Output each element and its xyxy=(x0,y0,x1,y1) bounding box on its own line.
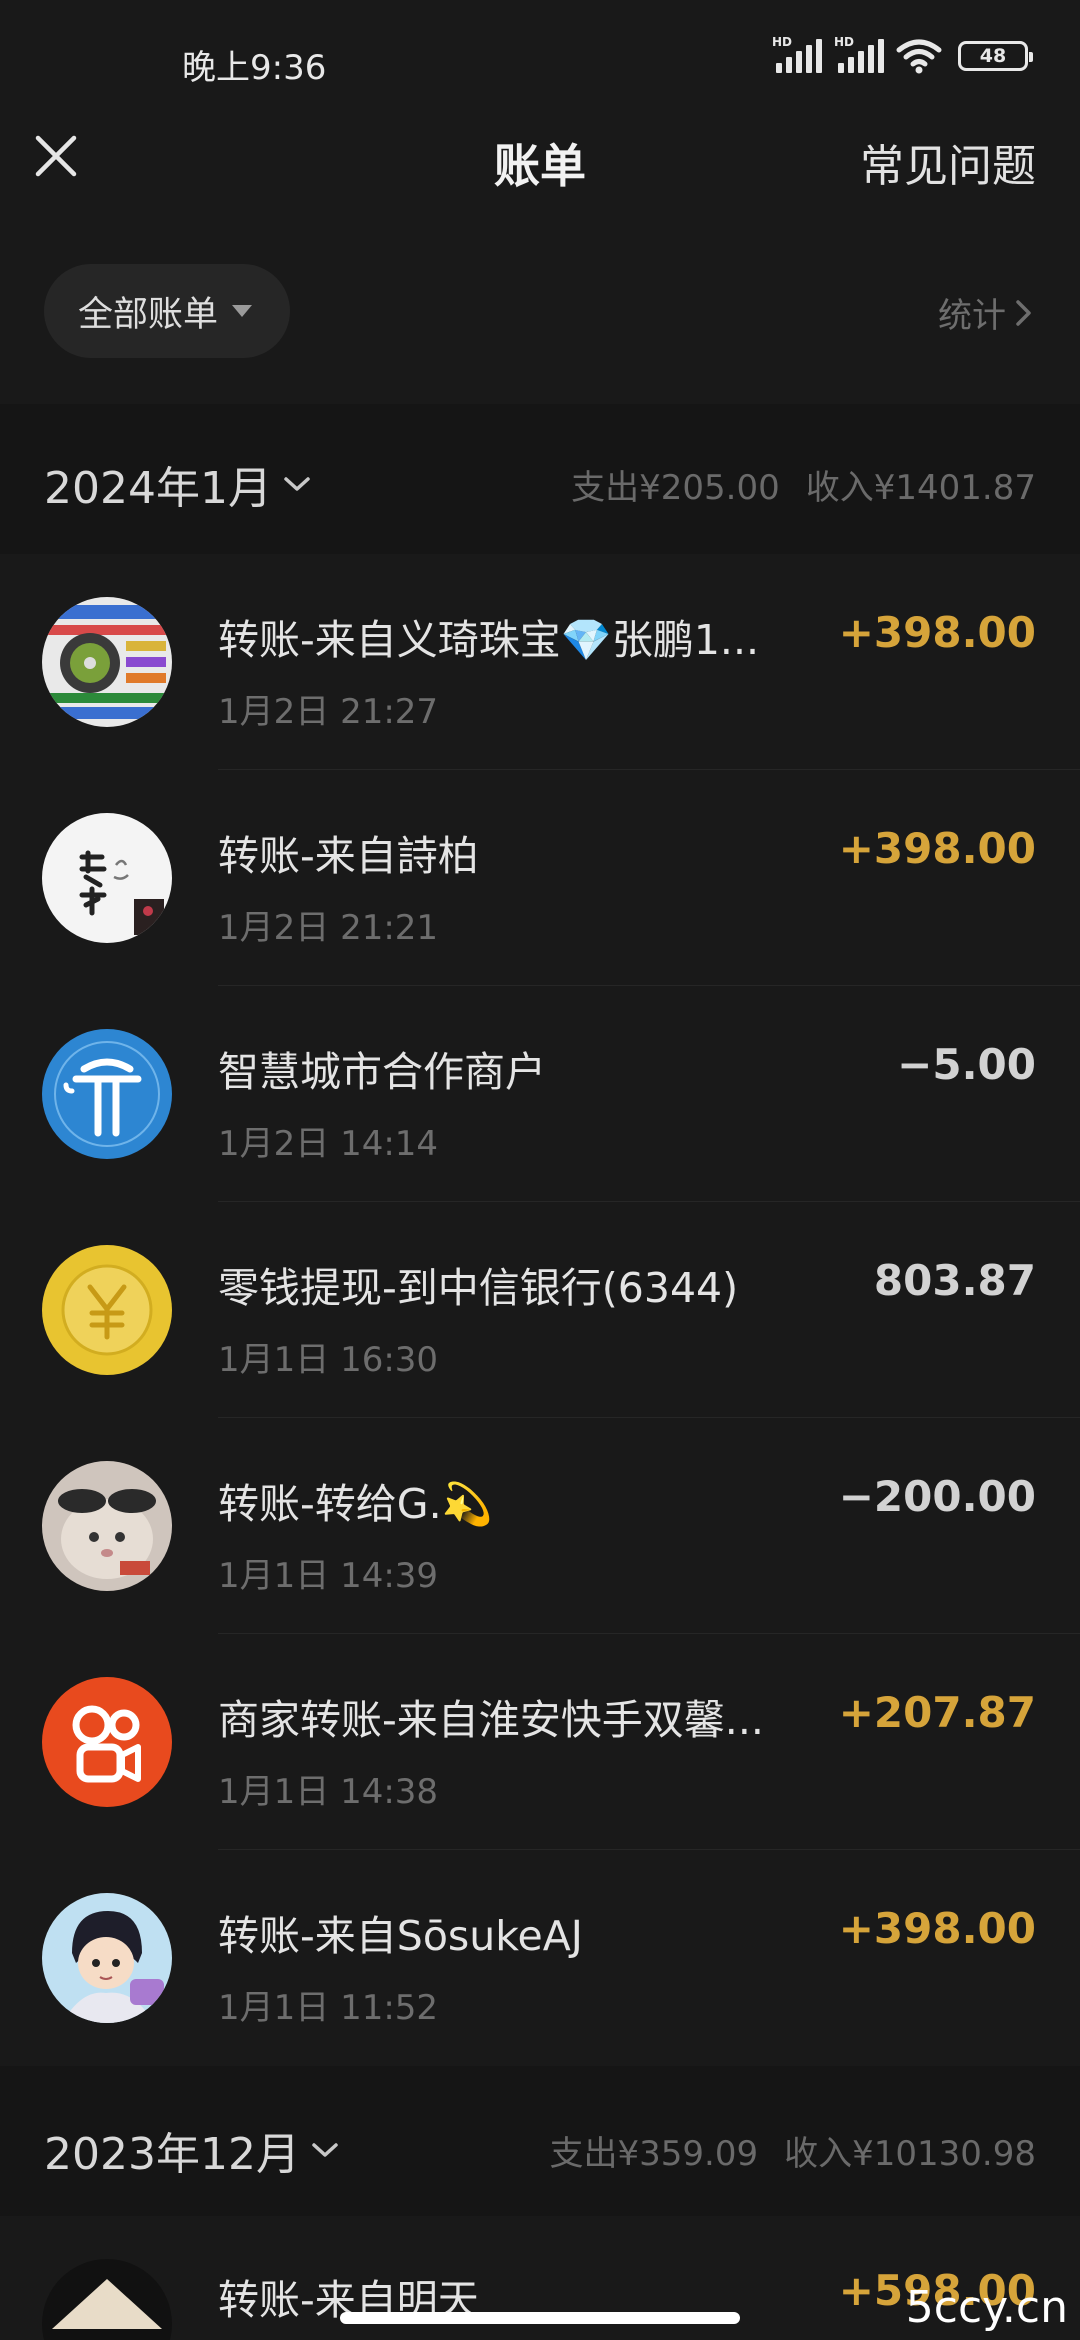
transaction-row[interactable]: 商家转账-来自淮安快手双馨... 1月1日 14:38 +207.87 xyxy=(0,1634,1080,1850)
status-bar: 晚上9:36 HD HD 48 xyxy=(0,0,1080,120)
jewelry-photo-avatar xyxy=(42,597,172,727)
transaction-amount: 803.87 xyxy=(873,1256,1036,1305)
calligraphy-avatar xyxy=(42,813,172,943)
month-header: 2023年12月 支出¥359.09 收入¥10130.98 xyxy=(0,2066,1080,2216)
month-summary: 支出¥205.00 收入¥1401.87 xyxy=(571,460,1036,509)
anime-girl-avatar xyxy=(42,1893,172,2023)
month-header: 2024年1月 支出¥205.00 收入¥1401.87 xyxy=(0,404,1080,554)
watermark: 5ccy.cn xyxy=(905,2282,1068,2333)
transaction-amount: +207.87 xyxy=(838,1688,1036,1737)
chevron-down-icon xyxy=(284,477,310,491)
bill-filter-label: 全部账单 xyxy=(78,294,219,335)
transaction-time: 1月2日 21:27 xyxy=(218,692,439,732)
transaction-title: 商家转账-来自淮安快手双馨... xyxy=(218,1696,764,1744)
transaction-amount: −5.00 xyxy=(897,1040,1036,1089)
sim1-hd-label: HD xyxy=(772,35,793,49)
transaction-time: 1月2日 14:14 xyxy=(218,1124,439,1164)
month-selector[interactable]: 2024年1月 xyxy=(44,452,312,516)
transaction-row[interactable]: 转账-转给G.💫 1月1日 14:39 −200.00 xyxy=(0,1418,1080,1634)
transaction-time: 1月2日 21:21 xyxy=(218,908,439,948)
yuan-coin-avatar xyxy=(42,1245,172,1375)
chevron-right-icon xyxy=(1016,299,1031,326)
transaction-row[interactable]: 转账-来自SōsukeAJ 1月1日 11:52 +398.00 xyxy=(0,1850,1080,2066)
transaction-time: 1月1日 14:38 xyxy=(218,1772,439,1812)
transaction-row[interactable]: 零钱提现-到中信银行(6344) 1月1日 16:30 803.87 xyxy=(0,1202,1080,1418)
transaction-time: 1月1日 14:39 xyxy=(218,1556,439,1596)
transaction-time: 1月1日 16:30 xyxy=(218,1340,439,1380)
status-time: 晚上9:36 xyxy=(182,48,327,88)
transaction-title: 转账-来自SōsukeAJ xyxy=(218,1912,583,1960)
transaction-title: 智慧城市合作商户 xyxy=(218,1048,546,1096)
month-income: 收入¥10130.98 xyxy=(784,2134,1036,2174)
nav-bar: 账单 常见问题 xyxy=(0,120,1080,270)
sim2-hd-label: HD xyxy=(834,35,855,49)
month-income: 收入¥1401.87 xyxy=(805,468,1036,508)
signal-icon: HD xyxy=(772,35,822,73)
transaction-amount: −200.00 xyxy=(838,1472,1036,1521)
faq-link[interactable]: 常见问题 xyxy=(860,130,1036,194)
month-summary: 支出¥359.09 收入¥10130.98 xyxy=(550,2126,1036,2175)
transaction-title: 转账-来自詩柏 xyxy=(218,832,479,880)
bill-filter-dropdown[interactable]: 全部账单 xyxy=(44,264,290,358)
transaction-row[interactable]: 转账-来自义琦珠宝💎张鹏1... 1月2日 21:27 +398.00 xyxy=(0,554,1080,770)
stats-label: 统计 xyxy=(938,296,1006,336)
month-title: 2023年12月 xyxy=(44,2129,300,2180)
battery-icon: 48 xyxy=(958,41,1033,71)
dark-photo-avatar xyxy=(42,2259,172,2340)
transaction-row[interactable]: 智慧城市合作商户 1月2日 14:14 −5.00 xyxy=(0,986,1080,1202)
chevron-down-icon xyxy=(312,2143,338,2157)
transaction-time: 1月1日 11:52 xyxy=(218,1988,439,2028)
caret-down-icon xyxy=(232,305,253,317)
transaction-amount: +398.00 xyxy=(838,608,1036,657)
month-expense: 支出¥205.00 xyxy=(571,468,780,508)
battery-level: 48 xyxy=(979,45,1007,67)
transaction-amount: +398.00 xyxy=(838,824,1036,873)
transaction-title: 转账-来自义琦珠宝💎张鹏1... xyxy=(218,616,760,664)
wifi-icon xyxy=(896,39,942,74)
month-expense: 支出¥359.09 xyxy=(549,2134,759,2174)
stats-link[interactable]: 统计 xyxy=(938,288,1034,337)
month-selector[interactable]: 2023年12月 xyxy=(44,2118,340,2182)
home-indicator[interactable] xyxy=(340,2312,740,2324)
transaction-list: 转账-来自义琦珠宝💎张鹏1... 1月2日 21:27 +398.00 转账-来… xyxy=(0,554,1080,2066)
close-icon[interactable] xyxy=(28,128,84,184)
month-title: 2024年1月 xyxy=(44,463,272,514)
cat-photo-avatar xyxy=(42,1461,172,1591)
transaction-row[interactable]: 转账-来自詩柏 1月2日 21:21 +398.00 xyxy=(0,770,1080,986)
transaction-amount: +398.00 xyxy=(838,1904,1036,1953)
transaction-title: 零钱提现-到中信银行(6344) xyxy=(218,1264,739,1312)
kuaishou-logo-avatar xyxy=(42,1677,172,1807)
transaction-title: 转账-转给G.💫 xyxy=(218,1480,493,1528)
signal-icon: HD xyxy=(834,35,884,73)
smart-city-logo-avatar xyxy=(42,1029,172,1159)
status-icons: HD HD 48 xyxy=(772,35,1033,74)
